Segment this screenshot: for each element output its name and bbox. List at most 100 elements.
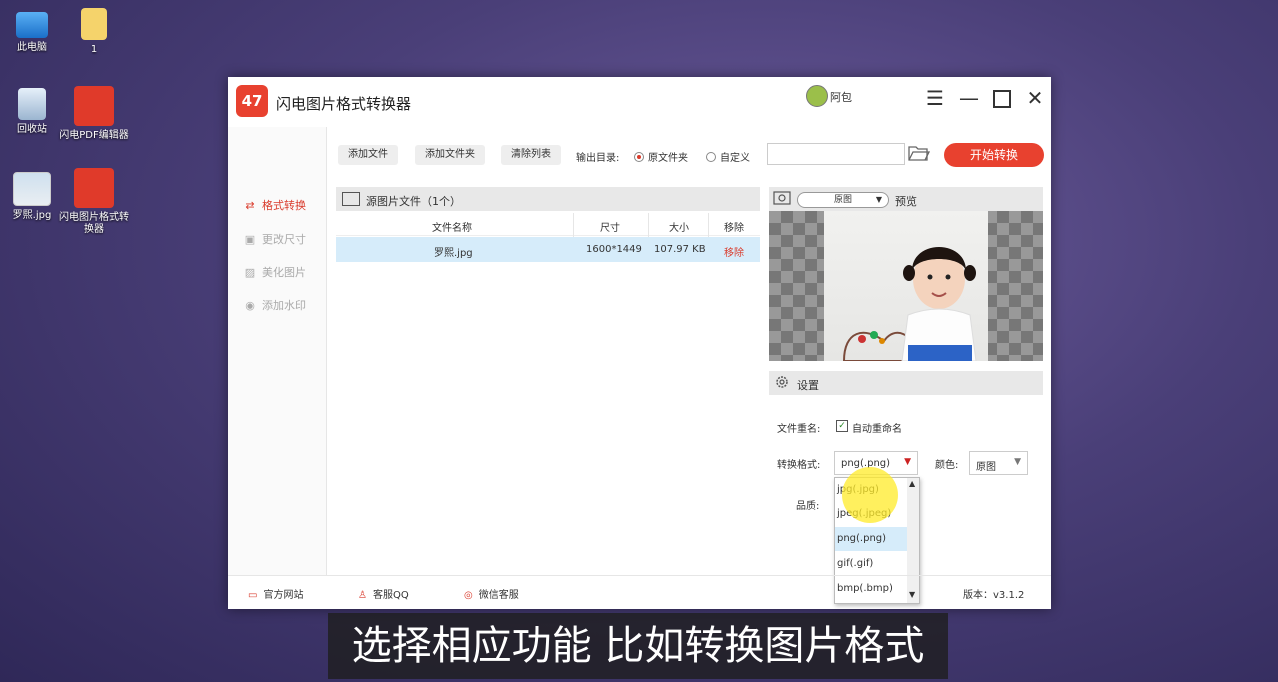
- sidebar-item-beautify[interactable]: ▨ 美化图片: [242, 264, 306, 280]
- chevron-down-icon: ▼: [904, 457, 911, 467]
- table-header: 文件名称 尺寸 大小 移除: [336, 213, 760, 236]
- video-caption: 选择相应功能 比如转换图片格式: [328, 613, 948, 679]
- column-header-size: 大小: [669, 223, 689, 234]
- radio-label: 原文件夹: [648, 153, 688, 164]
- desktop-icon-pdf-editor[interactable]: 闪电PDF编辑器: [59, 86, 129, 142]
- support-wechat-link[interactable]: ◎ 微信客服: [464, 586, 519, 601]
- wechat-avatar-icon: [806, 85, 828, 107]
- format-option-label: jpg(.jpg): [837, 484, 879, 495]
- footer-link-label: 官方网站: [263, 590, 304, 601]
- desktop-icon-photo-file[interactable]: 罗熙.jpg: [0, 172, 67, 222]
- chevron-down-icon: ▼: [875, 195, 882, 204]
- qq-icon: ♙: [358, 590, 367, 601]
- sidebar-item-format-convert[interactable]: ⇄ 格式转换: [242, 197, 306, 213]
- color-select[interactable]: 原图 ▼: [969, 451, 1028, 475]
- image-icon: [342, 192, 360, 206]
- maximize-icon[interactable]: [986, 83, 1016, 113]
- sidebar-item-label: 美化图片: [262, 266, 306, 279]
- app-window: 47 闪电图片格式转换器 阿包 ☰ — ✕ ⇄ 格式转换 ▣ 更改尺寸 ▨ 美化图片 …: [228, 77, 1051, 609]
- folder-icon: [81, 8, 107, 40]
- preview-mode-select[interactable]: 原图 ▼: [797, 192, 889, 208]
- format-select-value: png(.png): [841, 458, 891, 469]
- radio-dot-icon: [634, 152, 644, 162]
- add-folder-button[interactable]: 添加文件夹: [415, 145, 485, 165]
- radio-label: 自定义: [720, 153, 750, 164]
- desktop-icon-image-converter[interactable]: 闪电图片格式转换器: [59, 168, 129, 236]
- add-file-button[interactable]: 添加文件: [338, 145, 398, 165]
- auto-rename-label: 自动重命名: [852, 424, 902, 435]
- column-header-name: 文件名称: [432, 223, 472, 234]
- scroll-up-icon[interactable]: ▲: [909, 479, 915, 488]
- format-option-png[interactable]: png(.png): [835, 527, 907, 551]
- footer-link-label: 客服QQ: [372, 590, 409, 601]
- desktop-icon-label: 此电脑: [17, 42, 47, 53]
- desktop-icon-folder[interactable]: 1: [59, 8, 129, 56]
- file-list-header: 源图片文件（1个）: [336, 187, 760, 211]
- eye-icon: [773, 191, 791, 205]
- file-list-panel: 源图片文件（1个） 文件名称 尺寸 大小 移除 罗熙.jpg 1600*1449…: [336, 187, 760, 577]
- sidebar-item-label: 格式转换: [262, 199, 306, 212]
- title-bar: 47 闪电图片格式转换器 阿包 ☰ — ✕: [228, 77, 1051, 127]
- desktop-icon-label: 闪电PDF编辑器: [59, 130, 129, 141]
- table-row[interactable]: 罗熙.jpg 1600*1449 107.97 KB 移除: [336, 237, 760, 262]
- start-convert-button[interactable]: 开始转换: [944, 143, 1044, 167]
- footer: ▭ 官方网站 ♙ 客服QQ ◎ 微信客服 版本：v3.1.2: [228, 575, 1051, 610]
- monitor-icon: ▭: [248, 590, 258, 601]
- sidebar-item-watermark[interactable]: ◉ 添加水印: [242, 297, 306, 313]
- file-name-cell: 罗熙.jpg: [434, 248, 473, 259]
- desktop-icon-label: 罗熙.jpg: [12, 210, 52, 221]
- file-size-cell: 107.97 KB: [654, 244, 706, 255]
- format-option-label: gif(.gif): [837, 558, 874, 569]
- lightning-converter-icon: [74, 168, 114, 208]
- radio-original-folder[interactable]: 原文件夹: [634, 149, 688, 164]
- official-website-link[interactable]: ▭ 官方网站: [248, 586, 303, 601]
- desktop-icon-this-pc[interactable]: 此电脑: [0, 8, 67, 54]
- quality-label: 品质:: [796, 501, 820, 512]
- sidebar-item-label: 添加水印: [262, 299, 306, 312]
- open-folder-icon[interactable]: [908, 144, 931, 162]
- desktop-icon-label: 1: [90, 44, 98, 55]
- auto-rename-checkbox[interactable]: ✓: [836, 420, 848, 432]
- footer-link-label: 微信客服: [478, 590, 519, 601]
- preview-canvas: [769, 211, 1043, 361]
- preview-label: 预览: [895, 195, 917, 208]
- desktop-icon-recycle-bin[interactable]: 回收站: [0, 88, 67, 136]
- rename-label: 文件重名:: [777, 424, 821, 435]
- recycle-bin-icon: [18, 88, 46, 120]
- format-option-jpeg[interactable]: jpeg(.jpeg): [835, 502, 907, 526]
- remove-file-link[interactable]: 移除: [724, 244, 744, 259]
- sidebar-item-label: 更改尺寸: [262, 233, 306, 246]
- close-icon[interactable]: ✕: [1020, 83, 1050, 113]
- radio-dot-icon: [706, 152, 716, 162]
- clear-list-button[interactable]: 清除列表: [501, 145, 561, 165]
- desktop-icon-label: 回收站: [17, 124, 47, 135]
- settings-title: 设置: [797, 379, 819, 392]
- format-option-jpg[interactable]: jpg(.jpg): [835, 478, 907, 502]
- column-header-dims: 尺寸: [600, 223, 620, 234]
- color-select-value: 原图: [976, 462, 996, 473]
- settings-header: 设置: [769, 371, 1043, 395]
- sidebar-item-resize[interactable]: ▣ 更改尺寸: [242, 231, 306, 247]
- support-qq-link[interactable]: ♙ 客服QQ: [358, 586, 409, 601]
- menu-icon[interactable]: ☰: [920, 83, 950, 113]
- file-dims-cell: 1600*1449: [586, 244, 642, 255]
- format-option-label: png(.png): [837, 533, 887, 544]
- preview-photo: [824, 211, 988, 361]
- format-label: 转换格式:: [777, 460, 821, 471]
- column-divider: [708, 213, 709, 237]
- format-option-gif[interactable]: gif(.gif): [835, 552, 907, 576]
- image-thumbnail-icon: [13, 172, 51, 206]
- version-label: 版本：v3.1.2: [963, 590, 1025, 601]
- chevron-down-icon: ▼: [1014, 457, 1021, 467]
- resize-icon: ▣: [244, 233, 256, 246]
- radio-custom-folder[interactable]: 自定义: [706, 149, 750, 164]
- column-divider: [573, 213, 574, 237]
- image-edit-icon: ▨: [244, 266, 256, 279]
- color-label: 颜色:: [935, 460, 959, 471]
- desktop-icon-label: 闪电图片格式转换器: [59, 212, 129, 235]
- gear-icon: [776, 376, 788, 388]
- output-path-input[interactable]: [767, 143, 905, 165]
- computer-icon: [16, 12, 48, 38]
- minimize-icon[interactable]: —: [954, 83, 984, 113]
- format-select[interactable]: png(.png) ▼: [834, 451, 918, 475]
